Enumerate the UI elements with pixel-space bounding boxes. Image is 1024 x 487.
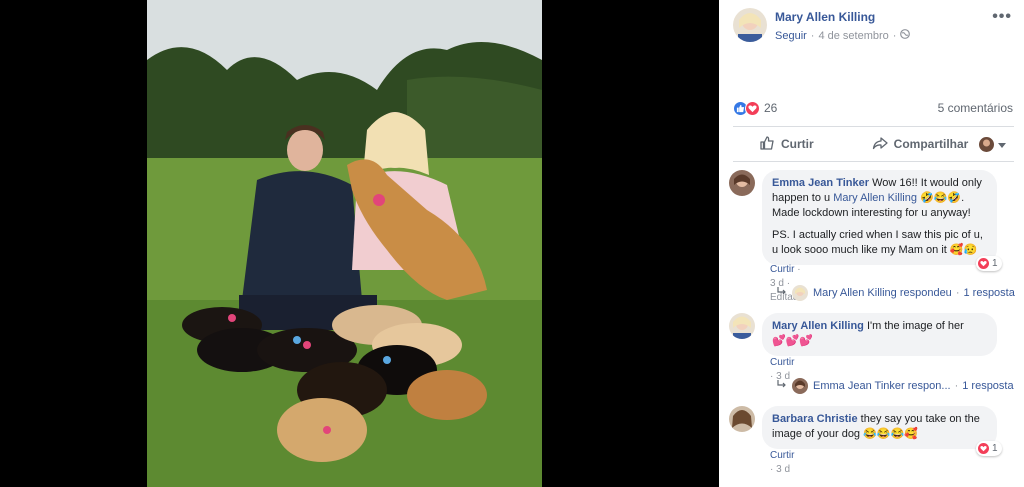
- reply-arrow-icon: [777, 380, 787, 392]
- replier-avatar: [792, 285, 808, 301]
- reply-author: Emma Jean Tinker respon...: [813, 380, 951, 392]
- post-date[interactable]: 4 de setembro: [818, 28, 888, 44]
- view-replies-link[interactable]: Mary Allen Killing respondeu · 1 respost…: [777, 285, 1015, 301]
- author-avatar[interactable]: [733, 8, 767, 42]
- comment-as-selector[interactable]: [979, 136, 1012, 152]
- like-button[interactable]: Curtir: [759, 135, 814, 154]
- comment-emoji: 🤣😂🤣: [920, 192, 962, 204]
- meta-separator: ·: [810, 30, 815, 42]
- comment-text: Made lockdown interesting for u anyway!: [772, 207, 971, 219]
- commenter-avatar[interactable]: [729, 170, 755, 196]
- dot-separator: ·: [955, 287, 960, 299]
- comment-bubble: Emma Jean Tinker Wow 16!! It would only …: [762, 170, 997, 265]
- post-photo[interactable]: [147, 0, 542, 487]
- post-stats: 26 5 comentários: [733, 98, 1013, 118]
- heart-icon: [978, 443, 989, 454]
- replier-avatar: [792, 378, 808, 394]
- love-reaction-icon[interactable]: [745, 100, 760, 116]
- reaction-count[interactable]: 26: [764, 101, 777, 115]
- follow-link[interactable]: Seguir: [775, 28, 807, 44]
- comment-bubble: Mary Allen Killing I'm the image of her …: [762, 313, 997, 356]
- comment-like-link[interactable]: Curtir: [770, 357, 794, 368]
- author-name[interactable]: Mary Allen Killing: [775, 8, 910, 26]
- commenter-avatar[interactable]: [729, 406, 755, 432]
- reaction-count: 1: [992, 443, 998, 454]
- thumbs-up-icon: [759, 135, 781, 154]
- comment-text: I'm the image of her: [866, 320, 964, 332]
- commenter-avatar[interactable]: [729, 313, 755, 339]
- current-user-avatar: [979, 136, 994, 152]
- photo-viewer: [0, 0, 719, 487]
- comment-emoji: 😂😂😂🥰: [863, 428, 918, 440]
- share-label: Compartilhar: [893, 137, 969, 151]
- globe-icon: [900, 28, 911, 44]
- comments-count[interactable]: 5 comentários: [938, 101, 1013, 115]
- comment-emoji: 🥰😥: [949, 244, 978, 256]
- comment-reactions[interactable]: 1: [976, 256, 1002, 271]
- comment-bubble: Barbara Christie they say you take on th…: [762, 406, 997, 449]
- commenter-name[interactable]: Mary Allen Killing: [772, 320, 864, 332]
- more-options-button[interactable]: •••: [992, 8, 1012, 26]
- comment-emoji: 💕💕💕: [772, 335, 814, 347]
- meta-separator: ·: [892, 30, 897, 42]
- post-actions: Curtir Compartilhar: [733, 126, 1014, 162]
- reply-count: 1 resposta: [963, 287, 1015, 299]
- reaction-count: 1: [992, 258, 998, 269]
- reply-author: Mary Allen Killing respondeu: [813, 287, 952, 299]
- commenter-name[interactable]: Barbara Christie: [772, 413, 858, 425]
- dot-separator: ·: [954, 380, 959, 392]
- share-button[interactable]: Compartilhar: [872, 135, 969, 154]
- caret-down-icon: [998, 137, 1012, 151]
- dot-separator: ·: [797, 264, 801, 275]
- view-replies-link[interactable]: Emma Jean Tinker respon... · 1 resposta: [777, 378, 1014, 394]
- post-sidebar: Mary Allen Killing Seguir · 4 de setembr…: [719, 0, 1024, 487]
- like-label: Curtir: [781, 137, 814, 151]
- heart-icon: [978, 258, 989, 269]
- reply-count: 1 resposta: [962, 380, 1014, 392]
- commenter-name[interactable]: Emma Jean Tinker: [772, 177, 869, 189]
- comment-reactions[interactable]: 1: [976, 441, 1002, 456]
- post-author: Mary Allen Killing Seguir · 4 de setembr…: [733, 8, 911, 44]
- share-icon: [872, 135, 894, 154]
- comment-like-link[interactable]: Curtir: [770, 450, 794, 461]
- comment-like-link[interactable]: Curtir: [770, 264, 794, 275]
- comment-mention[interactable]: Mary Allen Killing: [833, 192, 917, 204]
- comment-actions: Curtir · 3 d: [770, 449, 794, 477]
- comment-time[interactable]: 3 d: [776, 464, 790, 475]
- reply-arrow-icon: [777, 287, 787, 299]
